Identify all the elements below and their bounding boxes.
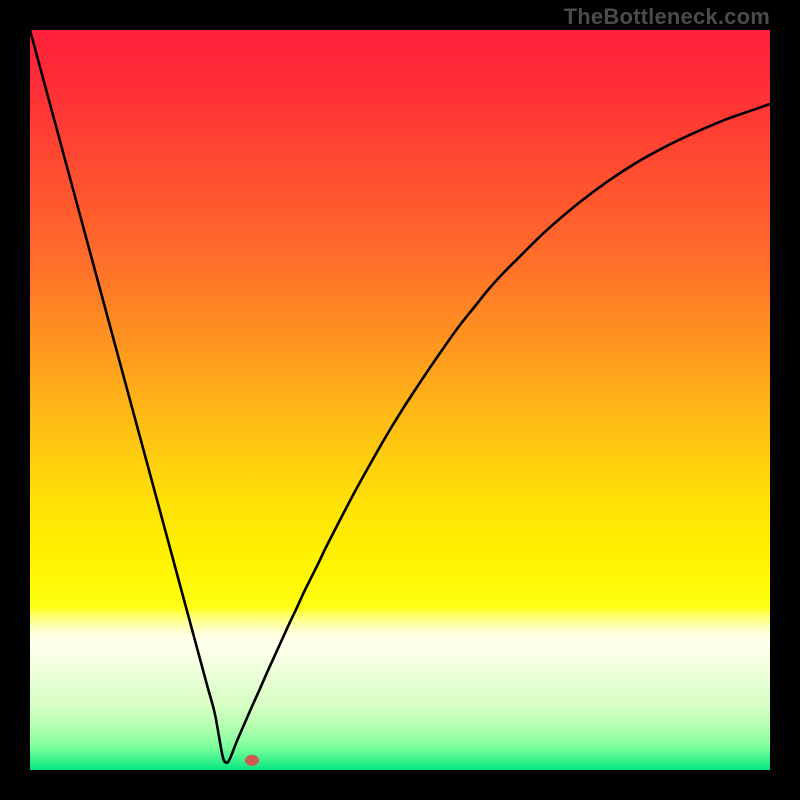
chart-frame: TheBottleneck.com — [0, 0, 800, 800]
plot-area — [30, 30, 770, 770]
optimal-point-marker — [245, 755, 259, 766]
bottleneck-curve-svg — [30, 30, 770, 770]
bottleneck-curve — [30, 30, 770, 763]
watermark-text: TheBottleneck.com — [564, 4, 770, 30]
